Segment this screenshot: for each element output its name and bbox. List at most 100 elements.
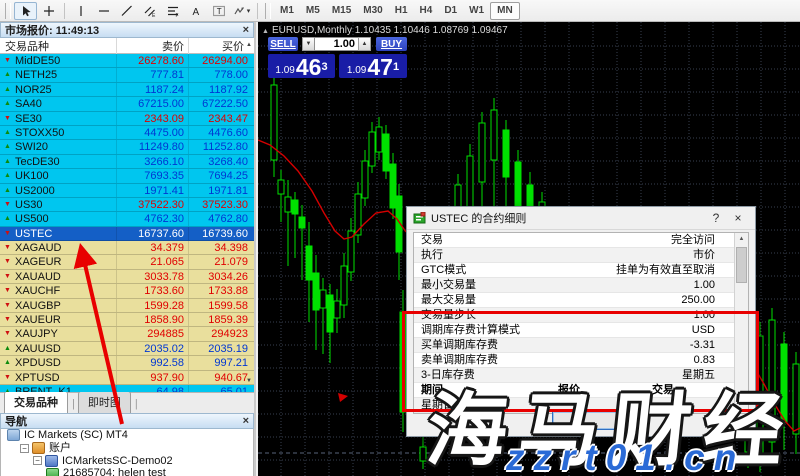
timeframe-button-M1[interactable]: M1 xyxy=(274,2,300,20)
tree-expander-icon[interactable]: − xyxy=(33,456,42,465)
contract-spec-row[interactable]: 最大交易量250.00 xyxy=(414,293,735,308)
fibo-icon: F xyxy=(167,5,179,17)
symbol-label: SWI20 xyxy=(15,140,116,153)
bid-price: 64.98 xyxy=(116,385,188,392)
symbol-label: XAUAUD xyxy=(15,270,116,283)
contract-spec-row[interactable]: 交易完全访问 xyxy=(414,233,735,248)
symbol-label: SA40 xyxy=(15,97,116,110)
toolbar-separator xyxy=(257,3,258,19)
fibonacci-tool[interactable]: F xyxy=(161,2,184,20)
timeframe-button-M30[interactable]: M30 xyxy=(357,2,388,20)
buy-price-display[interactable]: 1.09 47 1 xyxy=(339,54,407,78)
timeframe-button-M15[interactable]: M15 xyxy=(326,2,357,20)
market-watch-row-USTEC[interactable]: ▼USTEC16737.6016739.60 xyxy=(0,227,254,241)
scroll-up-icon[interactable]: ▲ xyxy=(246,42,252,48)
navigator-close-icon[interactable]: × xyxy=(243,416,249,426)
arrow-up-icon: ▲ xyxy=(0,184,15,197)
market-watch-row-STOXX50[interactable]: ▲STOXX504475.004476.60 xyxy=(0,126,254,140)
contract-spec-row[interactable]: 执行市价 xyxy=(414,248,735,263)
nav-item--[interactable]: −账户 xyxy=(1,442,253,455)
arrows-tool[interactable]: ▾ xyxy=(230,2,253,20)
sell-price-display[interactable]: 1.09 46 3 xyxy=(268,54,335,78)
market-watch-row-US2000[interactable]: ▲US20001971.411971.81 xyxy=(0,184,254,198)
sell-button[interactable]: SELL xyxy=(268,37,298,51)
volume-increase-button[interactable]: ▲ xyxy=(358,37,371,51)
contract-spec-row[interactable]: 最小交易量1.00 xyxy=(414,278,735,293)
market-watch-row-SWI20[interactable]: ▲SWI2011249.8011252.80 xyxy=(0,140,254,154)
market-watch-row-SA40[interactable]: ▲SA4067215.0067222.50 xyxy=(0,97,254,111)
market-watch-row-MidDE50[interactable]: ▼MidDE5026278.6026294.00 xyxy=(0,54,254,68)
contract-spec-row[interactable]: GTC模式挂单为有效直至取消 xyxy=(414,263,735,278)
tab-交易品种[interactable]: 交易品种 xyxy=(4,391,68,413)
arrow-down-icon: ▼ xyxy=(0,299,15,312)
horizontal-line-tool[interactable] xyxy=(92,2,115,20)
svg-text:E: E xyxy=(152,13,156,17)
market-watch-row-XPDUSD[interactable]: ▲XPDUSD992.58997.21 xyxy=(0,356,254,370)
tab-即时图[interactable]: 即时图 xyxy=(78,391,131,413)
buy-button[interactable]: BUY xyxy=(376,37,407,51)
market-watch-row-NOR25[interactable]: ▲NOR251187.241187.92 xyxy=(0,83,254,97)
tree-expander-icon[interactable]: − xyxy=(20,444,29,453)
market-watch-row-XAGEUR[interactable]: ▼XAGEUR21.06521.079 xyxy=(0,255,254,269)
market-watch-close-icon[interactable]: × xyxy=(243,25,249,35)
market-watch-row-SE30[interactable]: ▼SE302343.092343.47 xyxy=(0,112,254,126)
market-watch-row-NETH25[interactable]: ▲NETH25777.81778.00 xyxy=(0,68,254,82)
dialog-help-button[interactable]: ? xyxy=(705,211,727,225)
cursor-tool[interactable] xyxy=(14,2,37,20)
bid-price: 7693.35 xyxy=(116,169,188,182)
market-watch-row-XAGAUD[interactable]: ▼XAGAUD34.37934.398 xyxy=(0,241,254,255)
ask-price: 16739.60 xyxy=(188,227,254,240)
market-watch-row-TecDE30[interactable]: ▲TecDE303266.103268.40 xyxy=(0,155,254,169)
market-watch-row-XAUAUD[interactable]: ▼XAUAUD3033.783034.26 xyxy=(0,270,254,284)
market-watch-row-XAUEUR[interactable]: ▼XAUEUR1858.901859.39 xyxy=(0,313,254,327)
toolbar-grip[interactable] xyxy=(5,3,11,19)
market-watch-row-XAUUSD[interactable]: ▲XAUUSD2035.022035.19 xyxy=(0,342,254,356)
timeframe-toolbar-grip[interactable] xyxy=(265,3,271,19)
scrollbar-thumb[interactable] xyxy=(736,247,747,283)
timeframe-button-H1[interactable]: H1 xyxy=(389,2,414,20)
bid-price: 4762.30 xyxy=(116,212,188,225)
navigator-titlebar[interactable]: 导航 × xyxy=(0,413,254,429)
timeframe-button-H4[interactable]: H4 xyxy=(414,2,439,20)
market-watch-row-XAUCHF[interactable]: ▼XAUCHF1733.601733.88 xyxy=(0,284,254,298)
column-bid[interactable]: 卖价 xyxy=(116,38,188,54)
market-watch-row-XPTUSD[interactable]: ▼XPTUSD937.90940.67 xyxy=(0,371,254,385)
market-watch-row-US500[interactable]: ▲US5004762.304762.80 xyxy=(0,212,254,226)
nav-item-label: IC Markets (SC) MT4 xyxy=(24,429,128,442)
spec-value: 完全访问 xyxy=(671,233,715,248)
equidistant-channel-tool[interactable]: E xyxy=(138,2,161,20)
arrow-up-icon: ▲ xyxy=(0,68,15,81)
navigator-tree: IC Markets (SC) MT4−账户−ICMarketsSC-Demo0… xyxy=(0,429,254,476)
nav-item-ic-markets-sc-mt4[interactable]: IC Markets (SC) MT4 xyxy=(1,429,253,442)
market-watch-titlebar[interactable]: 市场报价: 11:49:13 × xyxy=(0,22,254,38)
timeframe-button-W1[interactable]: W1 xyxy=(463,2,490,20)
symbol-label: XAUJPY xyxy=(15,327,116,340)
dialog-titlebar[interactable]: USTEC 的合约细则 ? × xyxy=(407,207,755,230)
arrow-down-icon: ▼ xyxy=(0,270,15,283)
trendline-tool[interactable] xyxy=(115,2,138,20)
nav-item-21685704-helen-test[interactable]: 21685704: helen test xyxy=(1,467,253,476)
hline-icon xyxy=(98,5,110,17)
market-watch-row-US30[interactable]: ▼US3037522.3037523.30 xyxy=(0,198,254,212)
timeframe-button-M5[interactable]: M5 xyxy=(300,2,326,20)
timeframe-button-MN[interactable]: MN xyxy=(490,2,520,20)
column-ask[interactable]: 买价 xyxy=(188,38,254,54)
text-tool[interactable]: A xyxy=(184,2,207,20)
nav-item-icmarketssc-demo02[interactable]: −ICMarketsSC-Demo02 xyxy=(1,455,253,468)
scrollbar-up-icon[interactable]: ▲ xyxy=(735,233,748,246)
market-watch-row-XAUJPY[interactable]: ▼XAUJPY294885294923 xyxy=(0,327,254,341)
volume-input[interactable] xyxy=(314,37,359,51)
crosshair-tool[interactable] xyxy=(37,2,60,20)
market-watch-row-XAUGBP[interactable]: ▼XAUGBP1599.281599.58 xyxy=(0,299,254,313)
market-watch-row-BRENT_K1[interactable]: ▲BRENT_K164.9865.01 xyxy=(0,385,254,392)
ask-price: 1733.88 xyxy=(188,284,254,297)
text-label-tool[interactable]: T xyxy=(207,2,230,20)
column-symbol[interactable]: 交易品种 xyxy=(0,38,116,54)
market-watch-row-UK100[interactable]: ▲UK1007693.357694.25 xyxy=(0,169,254,183)
timeframe-button-D1[interactable]: D1 xyxy=(438,2,463,20)
vertical-line-tool[interactable] xyxy=(69,2,92,20)
dialog-close-icon[interactable]: × xyxy=(727,211,749,225)
scroll-down-icon[interactable]: ▼ xyxy=(246,378,252,384)
market-watch-column-header[interactable]: 交易品种 卖价 买价 ▲ xyxy=(0,38,254,54)
market-watch-tabbar: 交易品种|即时图| xyxy=(0,392,254,413)
